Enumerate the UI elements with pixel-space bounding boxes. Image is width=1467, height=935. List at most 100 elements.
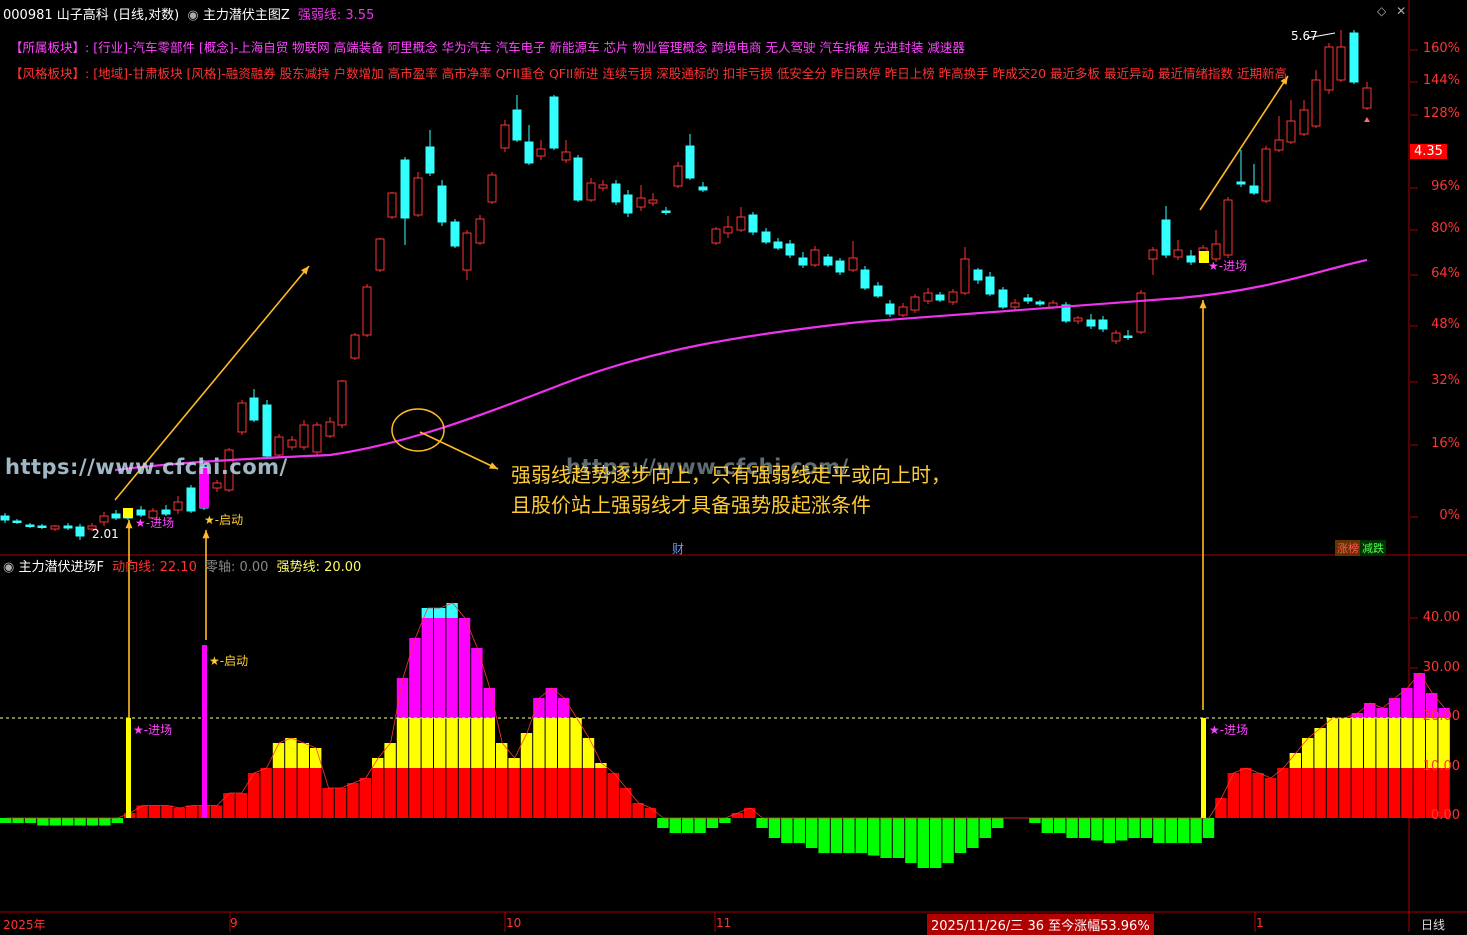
histogram-bar	[669, 818, 681, 833]
histogram-bar	[582, 738, 595, 768]
histogram-bar	[111, 818, 123, 823]
candle-body	[1023, 297, 1033, 302]
candle-body	[524, 141, 534, 164]
candle-body	[923, 292, 933, 302]
histogram-bar	[967, 818, 979, 848]
candle-body	[186, 487, 196, 512]
sub-header: ◉ 主力潜伏进场F 动向线: 22.10 零轴: 0.00 强势线: 20.00	[3, 556, 361, 575]
candle-body	[274, 436, 284, 456]
histogram-bar	[396, 678, 409, 718]
histogram-bar	[272, 743, 285, 768]
sub-axis-label: 10.00	[1422, 759, 1460, 774]
histogram-bar	[409, 638, 421, 718]
histogram-bar	[161, 805, 173, 818]
histogram-bar	[1202, 818, 1215, 838]
time-axis-month: 1	[1256, 916, 1264, 930]
candle-body	[1111, 332, 1121, 342]
histogram-bar	[1364, 768, 1376, 818]
histogram-bar	[1388, 768, 1401, 818]
histogram-bar	[868, 818, 880, 856]
time-axis-month: 9	[230, 916, 238, 930]
entry-signal-label: ★-进场	[133, 723, 173, 737]
candle-body	[935, 294, 945, 301]
entry-signal-label: ★-进场	[135, 516, 175, 530]
histogram-bar	[372, 768, 384, 818]
candle-body	[848, 257, 858, 271]
style-text[interactable]: [地域]-甘肃板块 [风格]-融资融券 股东减持 户数增加 高市盈率 高市净率 …	[93, 66, 1287, 81]
histogram-bar	[1215, 798, 1227, 818]
histogram-bar	[421, 768, 433, 818]
candle-body	[312, 424, 322, 453]
histogram-bar	[322, 788, 334, 818]
histogram-bar	[706, 818, 719, 828]
entry-signal-bar	[126, 718, 131, 818]
sub-axis-label: 20.00	[1422, 709, 1460, 724]
candle-body	[1073, 317, 1083, 322]
histogram-bar	[545, 768, 557, 818]
close-icon[interactable]: ✕	[1396, 4, 1406, 18]
low-price-label: 2.01	[92, 527, 119, 541]
candle-body	[761, 231, 771, 243]
candle-body	[1286, 120, 1296, 143]
histogram-bar	[99, 818, 111, 826]
candle-body	[685, 145, 695, 179]
candle-body	[375, 238, 385, 271]
candle-body	[475, 218, 485, 244]
histogram-bar	[644, 808, 657, 818]
candle-body	[898, 306, 908, 316]
candle-body	[598, 184, 608, 189]
sub-indicator-name[interactable]: 主力潜伏进场F	[18, 560, 103, 575]
diamond-icon[interactable]: ◇	[1377, 4, 1386, 18]
candle-body	[1086, 319, 1096, 327]
histogram-bar	[483, 768, 495, 818]
histogram-bar	[1128, 818, 1140, 838]
sub-toggle-icon[interactable]: ◉	[3, 560, 14, 575]
candle-body	[1136, 292, 1146, 333]
histogram-bar	[731, 813, 743, 818]
candle-body	[1035, 301, 1045, 305]
start-signal-bar	[202, 645, 207, 818]
histogram-bar	[446, 618, 458, 718]
histogram-bar	[1351, 768, 1363, 818]
candle-body	[12, 520, 22, 523]
histogram-bar	[347, 783, 359, 818]
histogram-bar	[446, 603, 458, 618]
rank-badge-down[interactable]: 减跌	[1360, 540, 1386, 556]
candle-body	[0, 515, 10, 521]
histogram-bar	[434, 618, 446, 718]
candle-body	[362, 286, 372, 336]
histogram-bar	[1376, 718, 1388, 768]
time-axis-month: 10	[506, 916, 522, 930]
histogram-bar	[384, 768, 396, 818]
candle-body	[985, 276, 995, 295]
histogram-bar	[297, 768, 309, 818]
histogram-bar	[570, 718, 582, 768]
histogram-bar	[12, 818, 24, 823]
indicator-name[interactable]: 主力潜伏主图Z	[203, 8, 290, 23]
histogram-bar	[1388, 718, 1401, 768]
candle-body	[262, 404, 272, 457]
period-label[interactable]: 日线	[1421, 916, 1445, 933]
candle-body	[212, 482, 222, 489]
rank-badge-up[interactable]: 涨榜	[1335, 540, 1361, 556]
histogram-bar	[1078, 818, 1091, 838]
histogram-bar	[1153, 818, 1165, 843]
sector-text[interactable]: [行业]-汽车零部件 [概念]-上海自贸 物联网 高端装备 阿里概念 华为汽车 …	[93, 40, 965, 55]
candle-body	[948, 291, 958, 303]
histogram-bar	[1351, 713, 1363, 718]
histogram-bar	[1376, 768, 1388, 818]
histogram-bar	[496, 768, 508, 818]
candle-body	[37, 525, 47, 528]
histogram-bar	[396, 768, 409, 818]
candle-body	[400, 159, 410, 219]
histogram-bar	[954, 818, 967, 853]
histogram-bar	[1302, 768, 1314, 818]
histogram-bar	[86, 818, 99, 826]
finance-marker[interactable]: 财	[672, 540, 684, 557]
histogram-bar	[558, 768, 570, 818]
candle-body	[99, 515, 109, 523]
indicator-toggle-icon[interactable]: ◉	[187, 8, 198, 23]
histogram-bar	[260, 768, 272, 818]
histogram-bar	[285, 738, 297, 768]
candle-body	[1249, 185, 1259, 194]
